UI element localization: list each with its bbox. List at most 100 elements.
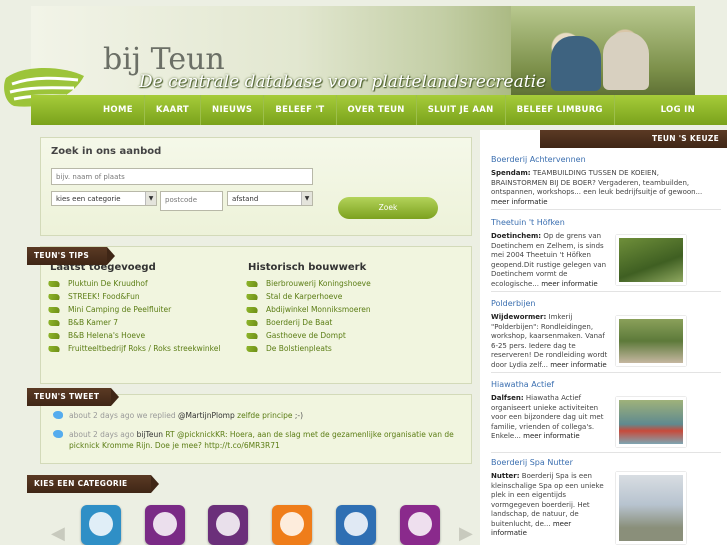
entry-description: Nutter: Boerderij Spa is een kleinschali… bbox=[491, 472, 609, 539]
leaf-icon bbox=[47, 281, 61, 287]
entry-title-link[interactable]: Hiawatha Actief bbox=[491, 380, 727, 389]
banner-photo-person bbox=[551, 36, 601, 91]
sun-icon[interactable] bbox=[272, 505, 312, 545]
leaf-icon bbox=[245, 281, 259, 287]
tweet-mention-link[interactable]: @MartijnPlomp bbox=[178, 411, 235, 420]
tip-link[interactable]: B&B Helena's Hoeve bbox=[47, 329, 220, 342]
carousel-next-icon[interactable]: ▶ bbox=[459, 523, 473, 544]
search-panel: Zoek in ons aanbod bijv. naam of plaats … bbox=[40, 137, 472, 236]
nav-beleef[interactable]: BELEEF 'T bbox=[264, 95, 337, 125]
twitter-bird-icon bbox=[53, 430, 63, 438]
tip-link[interactable]: Boerderij De Baat bbox=[245, 316, 371, 329]
info-icon[interactable] bbox=[400, 505, 440, 545]
keyword-input[interactable]: bijv. naam of plaats bbox=[51, 168, 313, 185]
tip-link[interactable]: Bierbrouwerij Koningshoeve bbox=[245, 277, 371, 290]
tip-link-label: STREEK! Food&Fun bbox=[68, 292, 140, 301]
tweet-end: ;-) bbox=[294, 411, 304, 420]
main-navigation: HOME KAART NIEUWS BELEEF 'T OVER TEUN SL… bbox=[31, 95, 727, 125]
tip-link-label: Boerderij De Baat bbox=[266, 318, 333, 327]
leaf-icon bbox=[47, 346, 61, 352]
family-icon[interactable] bbox=[81, 505, 121, 545]
entry-description: Spendam: TEAMBUILDING TUSSEN DE KOEIEN, … bbox=[491, 169, 716, 207]
twitter-bird-icon bbox=[53, 411, 63, 419]
divider bbox=[491, 452, 721, 453]
entry-title-link[interactable]: Polderbijen bbox=[491, 299, 727, 308]
entry-thumbnail[interactable] bbox=[616, 235, 686, 285]
info-icon-glyph bbox=[408, 512, 432, 536]
nav-nieuws[interactable]: NIEUWS bbox=[201, 95, 265, 125]
nav-home[interactable]: HOME bbox=[31, 95, 145, 125]
tips-col2-list: Bierbrouwerij Koningshoeve Stal de Karpe… bbox=[245, 277, 371, 355]
tweet-url-link[interactable]: http://t.co/6MR3R71 bbox=[204, 441, 280, 450]
nav-over-teun[interactable]: OVER TEUN bbox=[337, 95, 417, 125]
more-info-link[interactable]: meer informatie bbox=[491, 198, 548, 206]
entry-thumbnail[interactable] bbox=[616, 397, 686, 447]
tip-link[interactable]: De Bolstienpleats bbox=[245, 342, 371, 355]
leaf-icon bbox=[245, 307, 259, 313]
categories-ribbon: KIES EEN CATEGORIE bbox=[27, 475, 159, 493]
entry-thumbnail[interactable] bbox=[616, 316, 686, 366]
tips-col2-title: Historisch bouwwerk bbox=[248, 262, 367, 273]
nav-kaart[interactable]: KAART bbox=[145, 95, 202, 125]
leaf-icon bbox=[245, 333, 259, 339]
leaf-icon bbox=[245, 346, 259, 352]
more-info-link[interactable]: meer informatie bbox=[550, 361, 607, 369]
tips-col1-list: Pluktuin De Kruudhof STREEK! Food&Fun Mi… bbox=[47, 277, 221, 355]
tip-link[interactable]: Pluktuin De Kruudhof bbox=[47, 277, 220, 290]
coffee-icon[interactable] bbox=[208, 505, 248, 545]
more-info-link[interactable]: meer informatie bbox=[541, 280, 598, 288]
tip-link-label: Fruitteeltbedrijf Roks / Roks streekwink… bbox=[68, 344, 221, 353]
entry-place: Nutter: bbox=[491, 472, 520, 480]
tip-link-label: De Bolstienpleats bbox=[266, 344, 332, 353]
tweet-ribbon: TEUN'S TWEET bbox=[27, 388, 119, 406]
sidebar-entry: Boerderij Achtervennen Spendam: TEAMBUIL… bbox=[491, 155, 727, 206]
tweet-link[interactable]: zelfde principe bbox=[237, 411, 292, 420]
nav-sluit-je-aan[interactable]: SLUIT JE AAN bbox=[417, 95, 506, 125]
tip-link[interactable]: Abdijwinkel Monniksmoeren bbox=[245, 303, 371, 316]
carousel-prev-icon[interactable]: ◀ bbox=[51, 523, 65, 544]
tweet-time: about 2 days ago bbox=[69, 411, 135, 420]
entry-title-link[interactable]: Boerderij Spa Nutter bbox=[491, 458, 727, 467]
tip-link-label: Mini Camping de Peelfluiter bbox=[68, 305, 172, 314]
chevron-down-icon: ▼ bbox=[301, 192, 312, 205]
entry-place: Dalfsen: bbox=[491, 394, 524, 402]
tweet-time: about 2 days ago bbox=[69, 430, 135, 439]
main-content: Zoek in ons aanbod bijv. naam of plaats … bbox=[27, 130, 479, 545]
chevron-down-icon: ▼ bbox=[145, 192, 156, 205]
sidebar-teuns-keuze: TEUN 'S KEUZE Boerderij Achtervennen Spe… bbox=[480, 130, 727, 545]
tip-link[interactable]: Gasthoeve de Dompt bbox=[245, 329, 371, 342]
search-button[interactable]: Zoek bbox=[338, 197, 438, 219]
entry-thumbnail[interactable] bbox=[616, 472, 686, 544]
tip-link[interactable]: STREEK! Food&Fun bbox=[47, 290, 220, 303]
category-select[interactable]: kies een categorie ▼ bbox=[51, 191, 157, 206]
elephant-icon-glyph bbox=[344, 512, 368, 536]
entry-place: Doetinchem: bbox=[491, 232, 542, 240]
food-drink-icon[interactable] bbox=[145, 505, 185, 545]
postcode-input[interactable]: postcode bbox=[160, 191, 223, 211]
entry-title-link[interactable]: Boerderij Achtervennen bbox=[491, 155, 727, 164]
distance-select[interactable]: afstand ▼ bbox=[227, 191, 313, 206]
tweet-user[interactable]: bijTeun bbox=[137, 430, 163, 439]
tip-link-label: Bierbrouwerij Koningshoeve bbox=[266, 279, 371, 288]
more-info-link[interactable]: meer informatie bbox=[523, 432, 580, 440]
sidebar-entry: Boerderij Spa Nutter Nutter: Boerderij S… bbox=[491, 458, 727, 544]
tip-link[interactable]: B&B Kamer 7 bbox=[47, 316, 220, 329]
tip-link[interactable]: Stal de Karperhoeve bbox=[245, 290, 371, 303]
login-link[interactable]: LOG IN bbox=[650, 95, 727, 125]
header-banner: bij Teun De centrale database voor platt… bbox=[31, 6, 695, 98]
elephant-icon[interactable] bbox=[336, 505, 376, 545]
tip-link-label: Gasthoeve de Dompt bbox=[266, 331, 346, 340]
tweet-retweet-link[interactable]: RT @picknickKR: bbox=[165, 430, 227, 439]
banner-photo-person bbox=[603, 32, 649, 90]
tip-link[interactable]: Fruitteeltbedrijf Roks / Roks streekwink… bbox=[47, 342, 221, 355]
leaf-icon bbox=[47, 294, 61, 300]
leaf-icon bbox=[245, 294, 259, 300]
tips-panel: Laatst toegevoegd Pluktuin De Kruudhof S… bbox=[40, 246, 472, 384]
entry-description: Doetinchem: Op de grens van Doetinchem e… bbox=[491, 232, 609, 289]
entry-title-link[interactable]: Theetuin 't Höfken bbox=[491, 218, 727, 227]
sidebar-entry: Polderbijen Wijdewormer: Imkerij "Polder… bbox=[491, 299, 727, 369]
sidebar-entry: Hiawatha Actief Dalfsen: Hiawatha Actief… bbox=[491, 380, 727, 447]
tip-link[interactable]: Mini Camping de Peelfluiter bbox=[47, 303, 220, 316]
entry-place: Spendam: bbox=[491, 169, 531, 177]
nav-beleef-limburg[interactable]: BELEEF LIMBURG bbox=[506, 95, 615, 125]
